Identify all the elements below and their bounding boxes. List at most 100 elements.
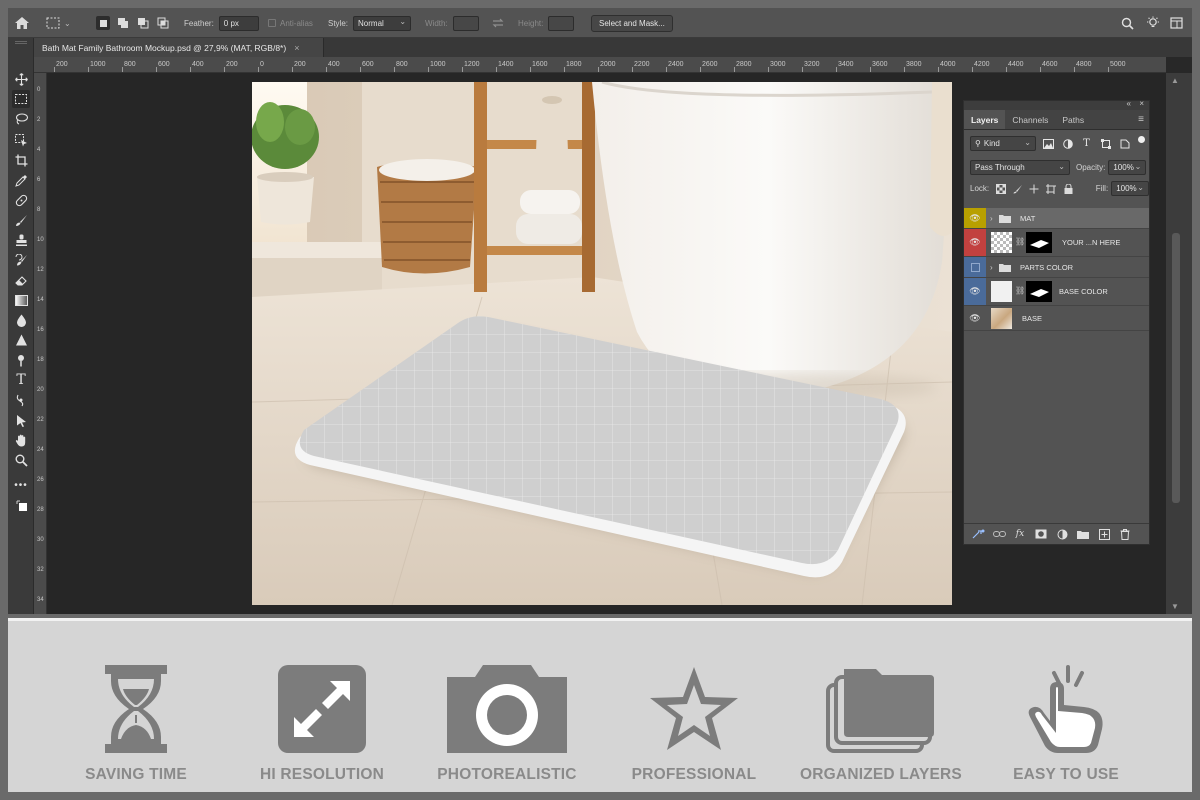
document-tab[interactable]: Bath Mat Family Bathroom Mockup.psd @ 27… — [34, 38, 324, 57]
lasso-tool-icon[interactable] — [12, 110, 30, 128]
visibility-eye-icon[interactable]: 👁 — [964, 208, 986, 228]
gradient-tool-icon[interactable] — [12, 291, 30, 309]
ruler-tick-label: 18 — [37, 357, 44, 363]
lock-pixels-icon[interactable] — [1012, 183, 1023, 194]
lock-artboard-icon[interactable] — [1046, 183, 1057, 194]
blend-mode-select[interactable]: Pass Through ⌄ — [970, 160, 1070, 175]
eyedropper-tool-icon[interactable] — [12, 171, 30, 189]
ruler-tick-label: 10 — [37, 237, 44, 243]
feature-label: PROFESSIONAL — [631, 766, 757, 783]
marquee-tool-icon[interactable]: ⌄ — [46, 8, 71, 38]
scrollbar-thumb[interactable] — [1172, 233, 1180, 503]
opacity-input[interactable]: 100% ⌄ — [1108, 160, 1147, 175]
filter-pixel-icon[interactable] — [1042, 137, 1055, 150]
link-icon[interactable] — [992, 527, 1006, 541]
scroll-up-icon[interactable]: ▲ — [1171, 76, 1179, 85]
hand-tool-icon[interactable] — [12, 431, 30, 449]
more-tools-icon[interactable]: ••• — [12, 476, 30, 494]
zoom-tool-icon[interactable] — [12, 451, 30, 469]
workspace-icon[interactable] — [1170, 8, 1183, 38]
layer-style-fx-icon[interactable]: fx — [1013, 527, 1027, 541]
delete-layer-icon[interactable] — [1118, 527, 1132, 541]
lock-all-icon[interactable] — [1063, 183, 1074, 194]
ruler-tick-label: 4200 — [974, 61, 990, 68]
path-selection-icon[interactable] — [12, 391, 30, 409]
direct-selection-icon[interactable] — [12, 411, 30, 429]
visibility-toggle[interactable] — [964, 257, 986, 277]
layer-row-your-design[interactable]: 👁 ⛓ YOUR ...N HERE — [964, 229, 1149, 257]
adjustment-layer-icon[interactable] — [1055, 527, 1069, 541]
expand-group-icon[interactable]: › — [990, 263, 993, 272]
object-selection-icon[interactable] — [12, 131, 30, 149]
filter-type-icon[interactable]: T — [1080, 137, 1093, 150]
filter-toggle-icon[interactable] — [1138, 136, 1145, 143]
tab-paths[interactable]: Paths — [1055, 110, 1091, 129]
add-selection-icon[interactable] — [116, 16, 130, 30]
layer-row-base[interactable]: 👁 BASE — [964, 306, 1149, 331]
panel-menu-icon[interactable]: ≡ — [1138, 114, 1144, 125]
new-selection-icon[interactable] — [96, 16, 110, 30]
new-group-icon[interactable] — [1076, 527, 1090, 541]
tab-channels[interactable]: Channels — [1005, 110, 1055, 129]
toolbar-grip[interactable] — [15, 41, 27, 44]
ruler-tick-label: 600 — [362, 61, 374, 68]
scroll-down-icon[interactable]: ▼ — [1171, 602, 1179, 611]
collapse-panel-icon[interactable]: « — [1127, 99, 1131, 108]
visibility-eye-icon[interactable]: 👁 — [964, 229, 986, 256]
filter-shape-icon[interactable] — [1099, 137, 1112, 150]
move-tool-icon[interactable] — [12, 70, 30, 88]
lock-transparent-icon[interactable] — [995, 183, 1006, 194]
brush-tool-icon[interactable] — [12, 211, 30, 229]
add-mask-icon[interactable] — [1034, 527, 1048, 541]
visibility-eye-icon[interactable]: 👁 — [964, 306, 986, 330]
layer-list: 👁 › MAT 👁 ⛓ YOUR ...N HERE › PARTS COLOR… — [964, 208, 1149, 331]
vertical-scrollbar[interactable]: ▲ ▼ — [1166, 73, 1192, 614]
ruler-tick-mark — [122, 67, 123, 72]
layer-row-base-color[interactable]: 👁 ⛓ BASE COLOR — [964, 278, 1149, 306]
ruler-tick-label: 24 — [37, 447, 44, 453]
crop-tool-icon[interactable] — [12, 151, 30, 169]
discover-lightbulb-icon[interactable] — [1146, 8, 1160, 38]
clone-stamp-icon[interactable] — [12, 231, 30, 249]
visibility-eye-icon[interactable]: 👁 — [964, 278, 986, 305]
select-and-mask-button[interactable]: Select and Mask... — [591, 14, 673, 32]
filter-adjustment-icon[interactable] — [1061, 137, 1074, 150]
layer-row-parts-color[interactable]: › PARTS COLOR — [964, 257, 1149, 278]
height-input[interactable] — [548, 15, 575, 31]
pen-tool-icon[interactable] — [12, 351, 30, 369]
type-tool-icon[interactable]: T — [12, 371, 30, 389]
swap-dimensions-icon[interactable] — [492, 8, 504, 38]
healing-brush-icon[interactable] — [12, 191, 30, 209]
bathroom-mockup-image[interactable] — [252, 82, 952, 605]
new-layer-icon[interactable] — [1097, 527, 1111, 541]
width-input[interactable] — [452, 15, 479, 31]
feather-input[interactable]: 0 px — [218, 15, 259, 31]
tab-layers[interactable]: Layers — [964, 110, 1006, 129]
antialias-checkbox[interactable] — [268, 19, 276, 27]
fill-input[interactable]: 100% ⌄ — [1111, 181, 1149, 196]
filter-kind-select[interactable]: ⚲ Kind ⌄ — [970, 136, 1036, 151]
history-brush-icon[interactable] — [12, 251, 30, 269]
close-panel-icon[interactable]: × — [1139, 99, 1144, 108]
layer-row-mat[interactable]: 👁 › MAT — [964, 208, 1149, 229]
search-icon[interactable] — [1121, 8, 1134, 38]
fill-label: Fill: — [1095, 184, 1109, 193]
rectangular-marquee-icon[interactable] — [12, 90, 30, 108]
ruler-tick-mark — [1040, 67, 1041, 72]
subtract-selection-icon[interactable] — [136, 16, 150, 30]
blur-tool-icon[interactable] — [12, 311, 30, 329]
swap-colors-icon[interactable] — [12, 496, 30, 514]
close-tab-icon[interactable]: × — [294, 43, 299, 53]
home-icon[interactable] — [14, 8, 30, 38]
ruler-tick-mark — [1108, 67, 1109, 72]
lock-position-icon[interactable] — [1029, 183, 1040, 194]
star-icon — [650, 667, 738, 750]
style-select[interactable]: Normal ⌄ — [353, 15, 412, 31]
intersect-selection-icon[interactable] — [156, 16, 170, 30]
expand-group-icon[interactable]: › — [990, 214, 993, 223]
eraser-tool-icon[interactable] — [12, 271, 30, 289]
ruler-tick-mark — [1006, 67, 1007, 72]
dodge-tool-icon[interactable] — [12, 331, 30, 349]
link-layers-icon[interactable] — [971, 527, 985, 541]
filter-smart-object-icon[interactable] — [1118, 137, 1131, 150]
